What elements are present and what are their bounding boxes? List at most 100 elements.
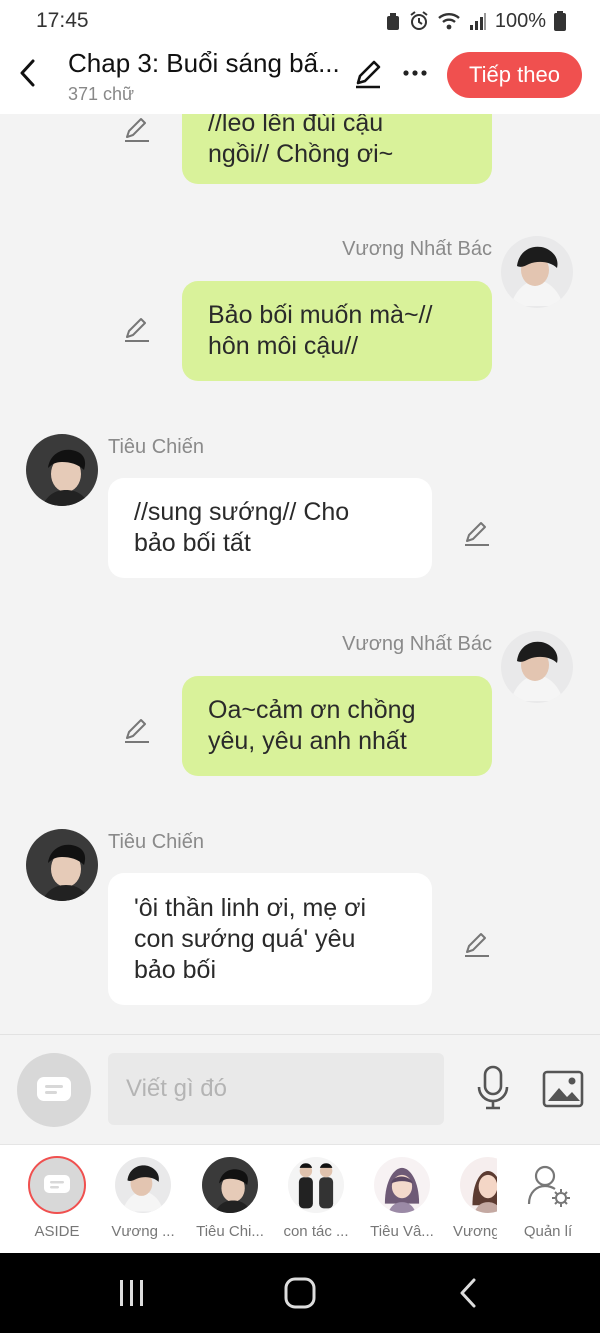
system-back-button[interactable] xyxy=(438,1273,498,1313)
message-bubble: Bảo bối muốn mà~// hôn môi cậu// xyxy=(182,281,492,381)
message-line: Oa~cảm ơn chồng xyxy=(208,696,416,724)
avatar-image xyxy=(460,1157,497,1213)
character-tieu-van[interactable]: Tiêu Vâ... xyxy=(367,1157,437,1249)
manage-icon-wrap xyxy=(520,1157,576,1213)
status-time: 17:45 xyxy=(36,9,89,32)
message-line: bảo bối xyxy=(134,955,217,984)
message-line: //sung sướng// Cho xyxy=(134,498,350,526)
recycle-icon xyxy=(386,13,399,30)
microphone-icon xyxy=(477,1065,509,1110)
aside-avatar xyxy=(28,1156,86,1214)
edit-message-icon[interactable] xyxy=(122,114,152,144)
image-upload-button[interactable] xyxy=(542,1069,584,1109)
message-0: //leo lên đùi cậu ngồi// Chồng ơi~ xyxy=(0,114,600,194)
message-line: //leo lên đùi cậu xyxy=(208,114,384,137)
sender-name: Vương Nhất Bác xyxy=(342,238,492,260)
avatar-image xyxy=(26,829,98,901)
message-1: Vương Nhất Bác Bảo bối muốn mà~// hôn mô… xyxy=(0,232,600,382)
character-label: con tác ... xyxy=(283,1223,349,1240)
chapter-title: Chap 3: Buổi sáng bấ... xyxy=(68,48,340,78)
chevron-left-icon xyxy=(20,59,35,87)
message-bubble: 'ôi thần linh ơi, mẹ ơi con sướng quá' y… xyxy=(108,873,432,1005)
battery-icon xyxy=(554,11,566,31)
avatar-tieu-chien[interactable] xyxy=(26,434,98,506)
edit-message-icon[interactable] xyxy=(122,314,152,344)
alarm-icon xyxy=(410,11,428,30)
more-dots-icon xyxy=(403,70,427,76)
message-line: 'ôi thần linh ơi, mẹ ơi xyxy=(134,893,367,922)
edit-message-icon[interactable] xyxy=(122,715,152,745)
character-aside[interactable]: ASIDE xyxy=(22,1156,92,1249)
edit-message-icon[interactable] xyxy=(462,518,492,548)
character-label: ASIDE xyxy=(34,1223,80,1240)
chat-bubble-icon xyxy=(44,1175,70,1193)
system-nav-bar xyxy=(0,1253,600,1333)
back-button[interactable] xyxy=(12,56,42,90)
character-label: Vương xyxy=(453,1223,497,1240)
character-con-tac[interactable]: con tác ... xyxy=(281,1157,351,1249)
character-avatar xyxy=(374,1157,430,1213)
chat-bubble-icon xyxy=(37,1077,71,1101)
more-button[interactable] xyxy=(398,56,432,90)
message-bubble: //leo lên đùi cậu ngồi// Chồng ơi~ xyxy=(182,114,492,184)
character-avatar xyxy=(202,1157,258,1213)
sender-name: Tiêu Chiến xyxy=(108,831,204,853)
edit-message-icon[interactable] xyxy=(462,929,492,959)
sender-name: Tiêu Chiến xyxy=(108,436,204,458)
recent-apps-button[interactable] xyxy=(102,1273,162,1313)
signal-icon xyxy=(469,13,486,30)
back-arrow-icon xyxy=(460,1278,476,1308)
message-line: Bảo bối muốn mà~// xyxy=(208,301,433,329)
message-4: Tiêu Chiến 'ôi thần linh ơi, mẹ ơi con s… xyxy=(0,825,600,1015)
wifi-icon xyxy=(438,13,460,30)
character-avatar xyxy=(288,1157,344,1213)
message-input[interactable] xyxy=(108,1053,444,1125)
avatar-image xyxy=(374,1157,430,1213)
voice-input-button[interactable] xyxy=(474,1065,512,1111)
character-tieu-chien[interactable]: Tiêu Chi... xyxy=(195,1157,265,1249)
status-bar: 17:45 100% xyxy=(0,0,600,42)
message-3: Vương Nhất Bác Oa~cảm ơn chồng yêu, yêu … xyxy=(0,627,600,777)
character-vuong-nhat-bac[interactable]: Vương ... xyxy=(108,1157,178,1249)
message-line: ngồi// Chồng ơi~ xyxy=(208,140,394,168)
message-bubble: //sung sướng// Cho bảo bối tất xyxy=(108,478,432,578)
character-avatar xyxy=(460,1157,497,1213)
message-line: bảo bối tất xyxy=(134,529,251,557)
app-header: Chap 3: Buổi sáng bấ... 371 chữ Tiếp the… xyxy=(0,42,600,114)
avatar-tieu-chien[interactable] xyxy=(26,829,98,901)
avatar-image xyxy=(501,236,573,308)
character-avatar xyxy=(115,1157,171,1213)
status-icons: 100% xyxy=(385,10,566,33)
recent-apps-icon xyxy=(120,1280,143,1306)
sender-name: Vương Nhất Bác xyxy=(342,633,492,655)
character-label: Tiêu Vâ... xyxy=(370,1223,434,1240)
avatar-image xyxy=(202,1157,258,1213)
avatar-vuong-nhat-bac[interactable] xyxy=(501,631,573,703)
edit-title-button[interactable] xyxy=(352,56,386,90)
manage-characters-button[interactable]: Quản lí xyxy=(513,1157,583,1249)
word-count: 371 chữ xyxy=(68,84,135,104)
battery-percent: 100% xyxy=(494,9,546,32)
message-bubble: Oa~cảm ơn chồng yêu, yêu anh nhất xyxy=(182,676,492,776)
character-label: Tiêu Chi... xyxy=(196,1223,264,1240)
aside-toggle-button[interactable] xyxy=(17,1053,91,1127)
character-label: Quản lí xyxy=(523,1223,573,1240)
avatar-image xyxy=(501,631,573,703)
message-2: Tiêu Chiến //sung sướng// Cho bảo bối tấ… xyxy=(0,430,600,580)
message-line: hôn môi cậu// xyxy=(208,332,359,360)
user-settings-icon xyxy=(527,1165,570,1207)
character-bar: ASIDE Vương ... Tiêu Chi... con tác ... … xyxy=(0,1144,600,1253)
character-vuong-2[interactable]: Vương xyxy=(453,1157,497,1249)
avatar-image xyxy=(288,1157,344,1213)
message-line: con sướng quá' yêu xyxy=(134,924,356,953)
home-button[interactable] xyxy=(270,1273,330,1313)
avatar-vuong-nhat-bac[interactable] xyxy=(501,236,573,308)
next-chapter-button[interactable]: Tiếp theo xyxy=(447,52,582,98)
avatar-image xyxy=(115,1157,171,1213)
avatar-image xyxy=(26,434,98,506)
message-composer xyxy=(0,1034,600,1144)
home-icon xyxy=(284,1277,316,1309)
image-icon xyxy=(542,1070,584,1108)
pencil-icon xyxy=(356,60,381,89)
chat-area[interactable]: //leo lên đùi cậu ngồi// Chồng ơi~ Vương… xyxy=(0,114,600,1034)
